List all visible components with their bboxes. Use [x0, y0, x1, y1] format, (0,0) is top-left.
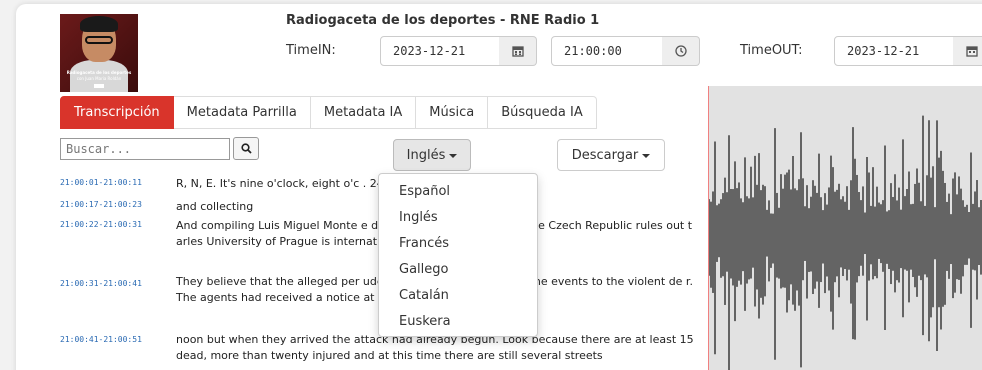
tab-busqueda-ia[interactable]: Búsqueda IA — [488, 96, 597, 129]
clock-icon[interactable] — [662, 36, 700, 66]
language-option-espanol[interactable]: Español — [379, 180, 537, 206]
cover-subcaption: con Juan Maria Roldán — [76, 76, 122, 81]
time-out-date-field[interactable]: 2023-12-21 — [834, 36, 954, 66]
cover-caption: Radiogaceta de los deportes — [66, 70, 132, 75]
caret-down-icon — [449, 154, 458, 158]
time-in-date-field[interactable]: 2023-12-21 — [380, 36, 500, 66]
language-option-catalan[interactable]: Catalán — [379, 284, 537, 310]
calendar-icon[interactable] — [499, 36, 537, 66]
waveform-graphic — [709, 115, 982, 370]
program-cover-image: Radiogaceta de los deportes con Juan Mar… — [60, 14, 138, 92]
tab-metadata-parrilla[interactable]: Metadata Parrilla — [173, 96, 311, 129]
segment-timestamp[interactable]: 21:00:31-21:00:41 — [60, 279, 142, 288]
segment-timestamp[interactable]: 21:00:22-21:00:31 — [60, 220, 142, 229]
search-icon — [240, 143, 252, 154]
tab-musica[interactable]: Música — [416, 96, 489, 129]
download-button-label: Descargar — [571, 147, 639, 163]
language-dropdown-button[interactable]: Inglés — [393, 139, 471, 171]
rne-logo — [94, 84, 104, 88]
time-out-label: TimeOUT: — [740, 43, 803, 58]
tab-transcripcion[interactable]: Transcripción — [60, 96, 174, 129]
segment-timestamp[interactable]: 21:00:17-21:00:23 — [60, 200, 142, 209]
language-option-ingles[interactable]: Inglés — [379, 206, 537, 232]
audio-waveform[interactable] — [708, 86, 982, 370]
caret-down-icon — [642, 154, 651, 158]
search-button[interactable] — [233, 137, 259, 160]
language-option-gallego[interactable]: Gallego — [379, 258, 537, 284]
time-in-label: TimeIN: — [286, 43, 336, 58]
tab-metadata-ia[interactable]: Metadata IA — [310, 96, 417, 129]
language-dropdown-menu: Español Inglés Francés Gallego Catalán E… — [378, 173, 538, 337]
segment-timestamp[interactable]: 21:00:01-21:00:11 — [60, 178, 142, 187]
language-button-label: Inglés — [406, 147, 446, 163]
content-tabs: Transcripción Metadata Parrilla Metadata… — [60, 96, 597, 129]
calendar-icon[interactable] — [953, 36, 982, 66]
time-in-time-field[interactable]: 21:00:00 — [551, 36, 663, 66]
language-option-euskera[interactable]: Euskera — [379, 310, 537, 336]
language-option-frances[interactable]: Francés — [379, 232, 537, 258]
segment-timestamp[interactable]: 21:00:41-21:00:51 — [60, 335, 142, 344]
download-dropdown-button[interactable]: Descargar — [557, 139, 665, 171]
search-input[interactable]: Buscar... — [60, 138, 230, 160]
program-title: Radiogaceta de los deportes - RNE Radio … — [286, 13, 600, 28]
